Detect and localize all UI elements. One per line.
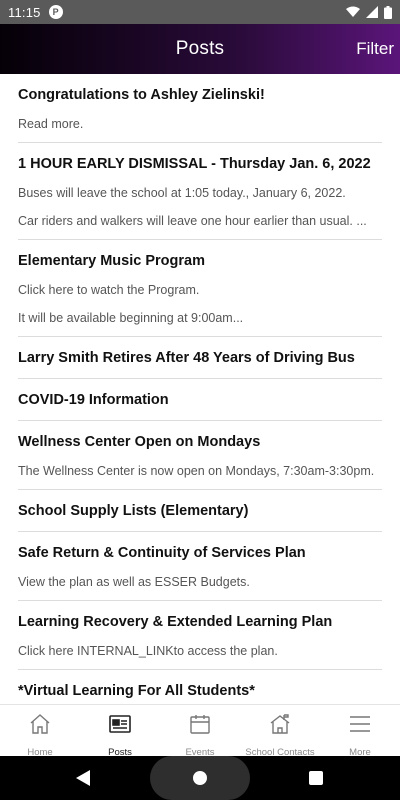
post-title: 1 HOUR EARLY DISMISSAL - Thursday Jan. 6… xyxy=(18,156,371,172)
bottom-navigation: Home Posts Events School Contacts More xyxy=(0,704,400,758)
post-title: COVID-19 Information xyxy=(18,392,169,408)
page-title: Posts xyxy=(175,38,225,59)
menu-icon xyxy=(348,712,372,741)
post-title: School Supply Lists (Elementary) xyxy=(18,503,249,519)
home-button[interactable] xyxy=(150,756,250,800)
posts-list: Congratulations to Ashley Zielinski! Read… xyxy=(0,74,400,704)
post-item[interactable]: *Virtual Learning For All Students* xyxy=(18,670,382,704)
nav-item-school-contacts[interactable]: School Contacts xyxy=(240,705,320,758)
nav-item-events[interactable]: Events xyxy=(160,705,240,758)
post-item[interactable]: Elementary Music Program Click here to wa… xyxy=(18,240,382,337)
post-item[interactable]: 1 HOUR EARLY DISMISSAL - Thursday Jan. 6… xyxy=(18,143,382,240)
post-summary-line: The Wellness Center is now open on Monda… xyxy=(18,464,375,478)
post-summary-line: Car riders and walkers will leave one ho… xyxy=(18,214,367,228)
wifi-icon xyxy=(346,6,360,17)
battery-icon xyxy=(384,5,392,19)
home-dot-icon xyxy=(193,771,207,785)
post-item[interactable]: Congratulations to Ashley Zielinski! Read… xyxy=(18,74,382,143)
nav-item-posts[interactable]: Posts xyxy=(80,705,160,758)
school-icon xyxy=(268,712,292,741)
nav-item-home[interactable]: Home xyxy=(0,705,80,758)
post-summary-line: Click here INTERNAL_LINKto access the pl… xyxy=(18,644,278,658)
post-summary-line: Buses will leave the school at 1:05 toda… xyxy=(18,186,346,200)
nav-item-more[interactable]: More xyxy=(320,705,400,758)
post-summary-line: View the plan as well as ESSER Budgets. xyxy=(18,575,250,589)
posts-icon xyxy=(108,712,132,741)
post-item[interactable]: Learning Recovery & Extended Learning Pl… xyxy=(18,601,382,670)
post-summary-line: It will be available beginning at 9:00am… xyxy=(18,311,244,325)
post-summary-line: Click here to watch the Program. xyxy=(18,283,200,297)
post-item[interactable]: Safe Return & Continuity of Services Pla… xyxy=(18,532,382,601)
signal-icon xyxy=(366,6,378,18)
post-item[interactable]: Larry Smith Retires After 48 Years of Dr… xyxy=(18,337,382,379)
status-time: 11:15 xyxy=(8,4,41,20)
status-bar: 11:15 P xyxy=(0,0,400,24)
app-header: Posts Filter xyxy=(0,24,400,74)
home-icon xyxy=(28,712,52,741)
post-summary-line: Read more. xyxy=(18,117,84,131)
post-title: Learning Recovery & Extended Learning Pl… xyxy=(18,614,333,630)
post-title: Wellness Center Open on Mondays xyxy=(18,434,261,450)
filter-button[interactable]: Filter xyxy=(356,24,394,74)
post-title: Elementary Music Program xyxy=(18,253,205,269)
post-title: Larry Smith Retires After 48 Years of Dr… xyxy=(18,350,355,366)
calendar-icon xyxy=(188,712,212,741)
post-title: Safe Return & Continuity of Services Pla… xyxy=(18,545,306,561)
system-navigation-bar xyxy=(0,756,400,800)
post-item[interactable]: Wellness Center Open on Mondays The Welln… xyxy=(18,421,382,490)
post-title: Congratulations to Ashley Zielinski! xyxy=(18,87,265,103)
back-icon[interactable] xyxy=(75,769,91,787)
status-icons xyxy=(346,5,392,19)
post-item[interactable]: School Supply Lists (Elementary) xyxy=(18,490,382,532)
app-notification-icon: P xyxy=(48,5,63,19)
post-title: *Virtual Learning For All Students* xyxy=(18,683,255,699)
recents-icon[interactable] xyxy=(309,771,323,785)
post-item[interactable]: COVID-19 Information xyxy=(18,379,382,421)
